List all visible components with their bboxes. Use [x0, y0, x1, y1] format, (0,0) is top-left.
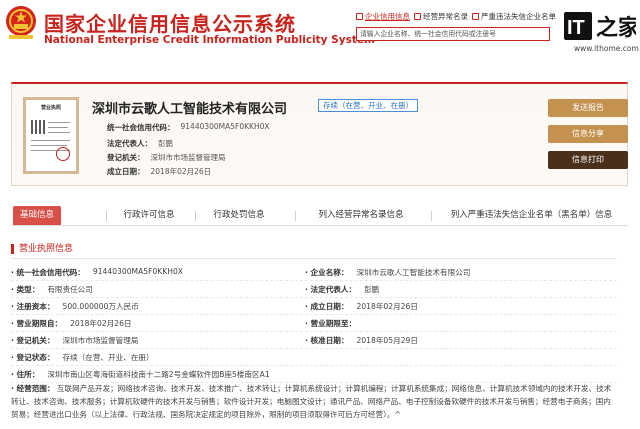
tab-abnormal-list[interactable]: 列入经营异常名录信息 [303, 206, 419, 225]
tab-divider [195, 211, 196, 221]
document-icon [356, 13, 363, 20]
tab-divider [106, 211, 107, 221]
info-term-start: · 营业期限自： 2018年02月26日 [11, 319, 132, 328]
info-credit-code: · 统一社会信用代码： 91440300MA5F0KKH0X [11, 267, 184, 277]
tab-divider [295, 211, 296, 221]
nav-abnormal-list[interactable]: 经营异常名录 [414, 11, 468, 22]
info-business-scope: · 经营范围： 互联网产品开发；网络技术咨询、技术开发、技术推广、技术转让；计算… [11, 384, 612, 419]
license-text-line [48, 132, 70, 133]
svg-text:之家: 之家 [596, 15, 636, 41]
card-field-legal-rep: 法定代表人： 彭鹏 [107, 139, 173, 148]
info-row: · 登记机关： 深圳市市场监督管理局 · 核准日期： 2018年05月29日 [11, 332, 617, 349]
share-info-button[interactable]: 信息分享 [548, 125, 628, 143]
info-registration-status: · 登记状态： 存续（在营、开业、在册） [11, 353, 154, 362]
card-field-registry: 登记机关： 深圳市市场监督管理局 [107, 153, 226, 162]
info-row: · 注册资本： 500.000000万人民币 · 成立日期： 2018年02月26日 [11, 298, 617, 315]
ithome-watermark-logo: IT 之家 [564, 12, 636, 41]
top-nav: 企业信用信息 经营异常名录 严重违法失信企业名单 [356, 11, 556, 22]
send-report-button[interactable]: 发送报告 [548, 99, 628, 117]
card-field-founded: 成立日期： 2018年02月26日 [107, 167, 212, 176]
list-icon [414, 13, 421, 20]
print-info-button[interactable]: 信息打印 [548, 151, 628, 169]
status-badge: 存续（在营、开业、在册） [318, 99, 418, 112]
info-type: · 类型： 有限责任公司 [11, 285, 93, 294]
seal-icon [56, 147, 70, 161]
info-address: · 住所： 深圳市南山区粤海街道科技南十二路2号金蝶软件园B座5楼南区A1 [11, 370, 270, 379]
tab-basic-info[interactable]: 基础信息 [13, 206, 61, 225]
site-title: 国家企业信用信息公示系统 [44, 12, 296, 36]
license-text-line [31, 140, 70, 141]
license-text-line [31, 145, 67, 146]
tab-blacklist[interactable]: 列入严重违法失信企业名单（黑名单）信息 [439, 206, 624, 225]
info-row: · 登记状态： 存续（在营、开业、在册） [11, 349, 617, 366]
info-row: · 营业期限自： 2018年02月26日 · 营业期限至： [11, 315, 617, 332]
tab-admin-license[interactable]: 行政许可信息 [111, 206, 187, 225]
info-tabs: 基础信息 行政许可信息 行政处罚信息 列入经营异常名录信息 列入严重违法失信企业… [11, 206, 628, 226]
site-header: 国家企业信用信息公示系统 National Enterprise Credit … [0, 0, 640, 54]
company-summary-card: 营业执照 深圳市云歌人工智能技术有限公司 存续（在营、开业、在册） 统一社会信用… [11, 82, 628, 186]
company-name: 深圳市云歌人工智能技术有限公司 [92, 102, 288, 117]
ithome-domain: www.ithome.com [574, 44, 639, 53]
card-field-credit-code: 统一社会信用代码： 91440300MA5F0KKH0X [107, 122, 270, 132]
info-registered-capital: · 注册资本： 500.000000万人民币 [11, 302, 139, 311]
info-row: · 住所： 深圳市南山区粤海街道科技南十二路2号金蝶软件园B座5楼南区A1 [11, 366, 617, 383]
nav-blacklist[interactable]: 严重违法失信企业名单 [472, 11, 556, 22]
section-divider [11, 258, 617, 259]
info-registry-authority: · 登记机关： 深圳市市场监督管理局 [11, 336, 139, 345]
tab-admin-penalty[interactable]: 行政处罚信息 [201, 206, 277, 225]
tab-divider [431, 211, 432, 221]
license-thumb-title: 营业执照 [40, 105, 61, 111]
info-term-end: · 营业期限至： [305, 319, 357, 328]
info-row: · 类型： 有限责任公司 · 法定代表人： 彭鹏 [11, 281, 617, 298]
license-text-line [48, 122, 70, 123]
license-info-section: 营业执照信息 · 统一社会信用代码： 91440300MA5F0KKH0X · 企… [11, 242, 628, 429]
info-approval-date: · 核准日期： 2018年05月29日 [305, 336, 418, 345]
section-title: 营业执照信息 [11, 244, 73, 254]
warning-icon [472, 13, 479, 20]
search-input[interactable] [357, 28, 549, 40]
info-founded-date: · 成立日期： 2018年02月26日 [305, 302, 418, 311]
info-company-name: · 企业名称： 深圳市云歌人工智能技术有限公司 [305, 268, 471, 277]
license-text-line [48, 127, 68, 128]
nav-enterprise-credit[interactable]: 企业信用信息 [356, 11, 410, 22]
qr-code-icon [31, 120, 45, 134]
info-row: · 统一社会信用代码： 91440300MA5F0KKH0X · 企业名称： 深圳市… [11, 264, 617, 281]
business-license-thumbnail[interactable]: 营业执照 [23, 97, 79, 174]
search-box [356, 27, 550, 41]
national-emblem-icon [6, 6, 36, 39]
info-legal-rep: · 法定代表人： 彭鹏 [305, 285, 380, 294]
site-title-english: National Enterprise Credit Information P… [44, 34, 375, 46]
svg-text:IT: IT [567, 17, 585, 39]
